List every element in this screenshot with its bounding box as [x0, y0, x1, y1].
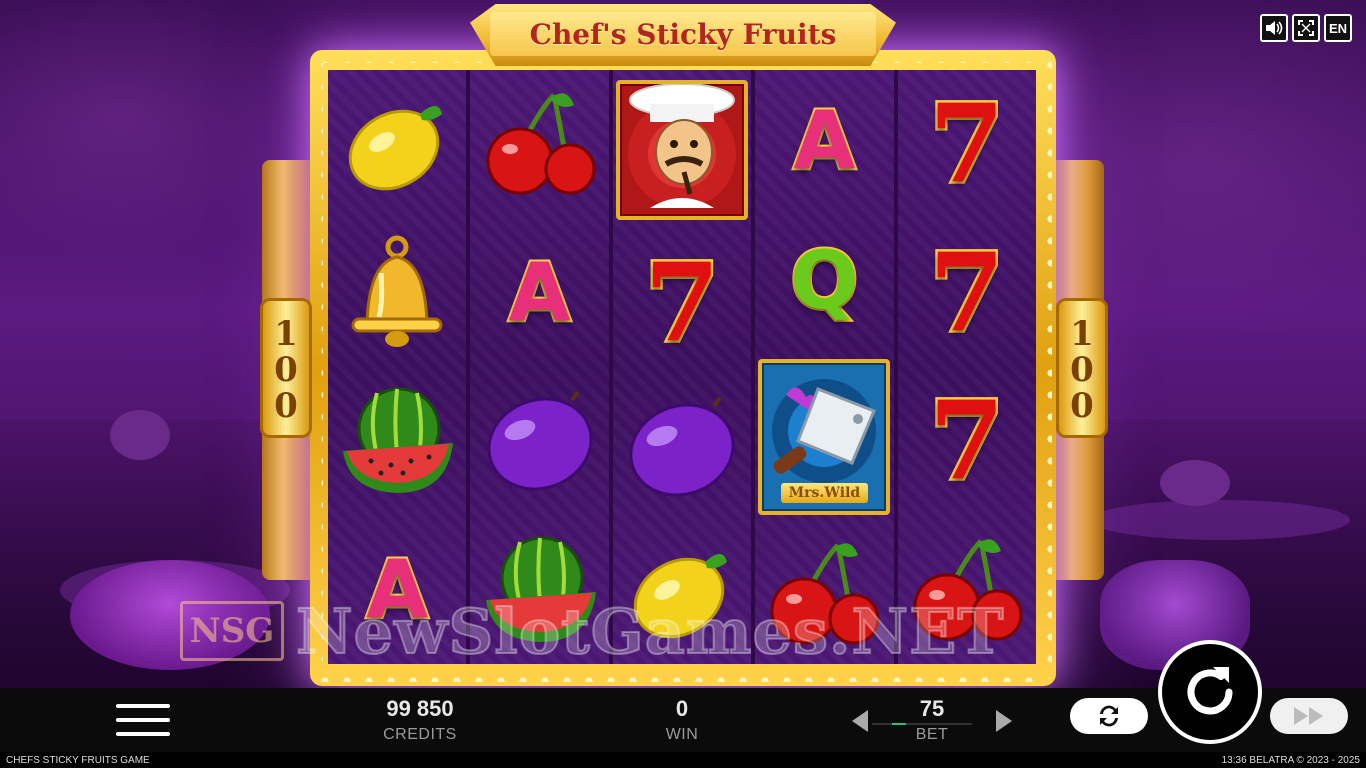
footer-game-name: CHEFS STICKY FRUITS GAME [6, 754, 150, 766]
splash-decoration [1090, 500, 1350, 540]
cherries-symbol [762, 532, 886, 656]
right-value-badge: 100 [1056, 298, 1108, 438]
plum-symbol [620, 385, 744, 509]
seven-symbol: 7 [927, 81, 1007, 208]
game-stage: A A 7 A Q Mrs.Wild 7 7 7 100 100 Chef's … [0, 0, 1366, 688]
chef-symbol [616, 80, 749, 221]
letter-q-symbol: Q [788, 232, 860, 329]
reels-grid: A A 7 A Q Mrs.Wild 7 7 7 [328, 70, 1037, 664]
cut-fruit-decoration [70, 560, 270, 670]
autoplay-button[interactable] [1070, 698, 1148, 734]
lemon-symbol [335, 82, 459, 206]
credits-display: 99 850 CREDITS [360, 696, 480, 744]
letter-a-symbol: A [507, 244, 573, 341]
mrs-wild-label: Mrs.Wild [780, 483, 869, 504]
footer-copyright: 13:36 BELATRA © 2023 - 2025 [1221, 754, 1360, 766]
bell-symbol [335, 231, 459, 355]
fullscreen-icon[interactable] [1292, 14, 1320, 42]
bet-label: BET [915, 726, 949, 743]
cherries-symbol [478, 82, 602, 206]
letter-a-symbol: A [791, 92, 857, 189]
seven-symbol: 7 [927, 378, 1007, 505]
win-label: WIN [665, 726, 699, 743]
lemon-symbol [620, 530, 744, 654]
turbo-button[interactable] [1270, 698, 1348, 734]
reel-5: 7 7 7 [897, 70, 1037, 664]
fruit-decoration [1160, 460, 1230, 506]
title-plaque-inner: Chef's Sticky Fruits [490, 12, 876, 56]
reel-1: A [328, 70, 467, 664]
watermelon-symbol [335, 379, 459, 503]
seven-symbol: 7 [927, 229, 1007, 356]
reel-2: A [470, 70, 609, 664]
game-title: Chef's Sticky Fruits [529, 17, 837, 51]
plum-symbol [478, 379, 602, 503]
reel-3: 7 [612, 70, 752, 664]
letter-a-symbol: A [364, 541, 430, 638]
bet-decrease-icon[interactable] [852, 710, 868, 732]
spin-icon [1187, 667, 1233, 715]
right-value-text: 100 [1062, 314, 1102, 422]
top-controls: EN [1260, 14, 1352, 42]
autoplay-icon [1100, 705, 1118, 727]
fruit-decoration [110, 410, 170, 460]
bet-display: 75 BET [892, 696, 972, 744]
bet-increase-icon[interactable] [996, 710, 1012, 732]
cherries-symbol [905, 528, 1029, 652]
menu-icon[interactable] [116, 704, 170, 736]
win-value: 0 [675, 696, 689, 721]
fast-forward-icon [1294, 707, 1323, 725]
spin-button[interactable] [1158, 640, 1262, 744]
mrs-wild-symbol: Mrs.Wild [758, 359, 891, 516]
reel-4: A Q Mrs.Wild [755, 70, 894, 664]
credits-value: 99 850 [386, 696, 454, 721]
speaker-icon[interactable] [1260, 14, 1288, 42]
bet-value: 75 [919, 696, 945, 721]
win-display: 0 WIN [642, 696, 722, 744]
watermelon-symbol [478, 528, 602, 652]
language-button[interactable]: EN [1324, 14, 1352, 42]
credits-label: CREDITS [383, 726, 457, 743]
footer-strip: CHEFS STICKY FRUITS GAME 13:36 BELATRA ©… [0, 752, 1366, 768]
left-value-text: 100 [266, 314, 306, 422]
seven-symbol: 7 [642, 239, 722, 366]
left-value-badge: 100 [260, 298, 312, 438]
